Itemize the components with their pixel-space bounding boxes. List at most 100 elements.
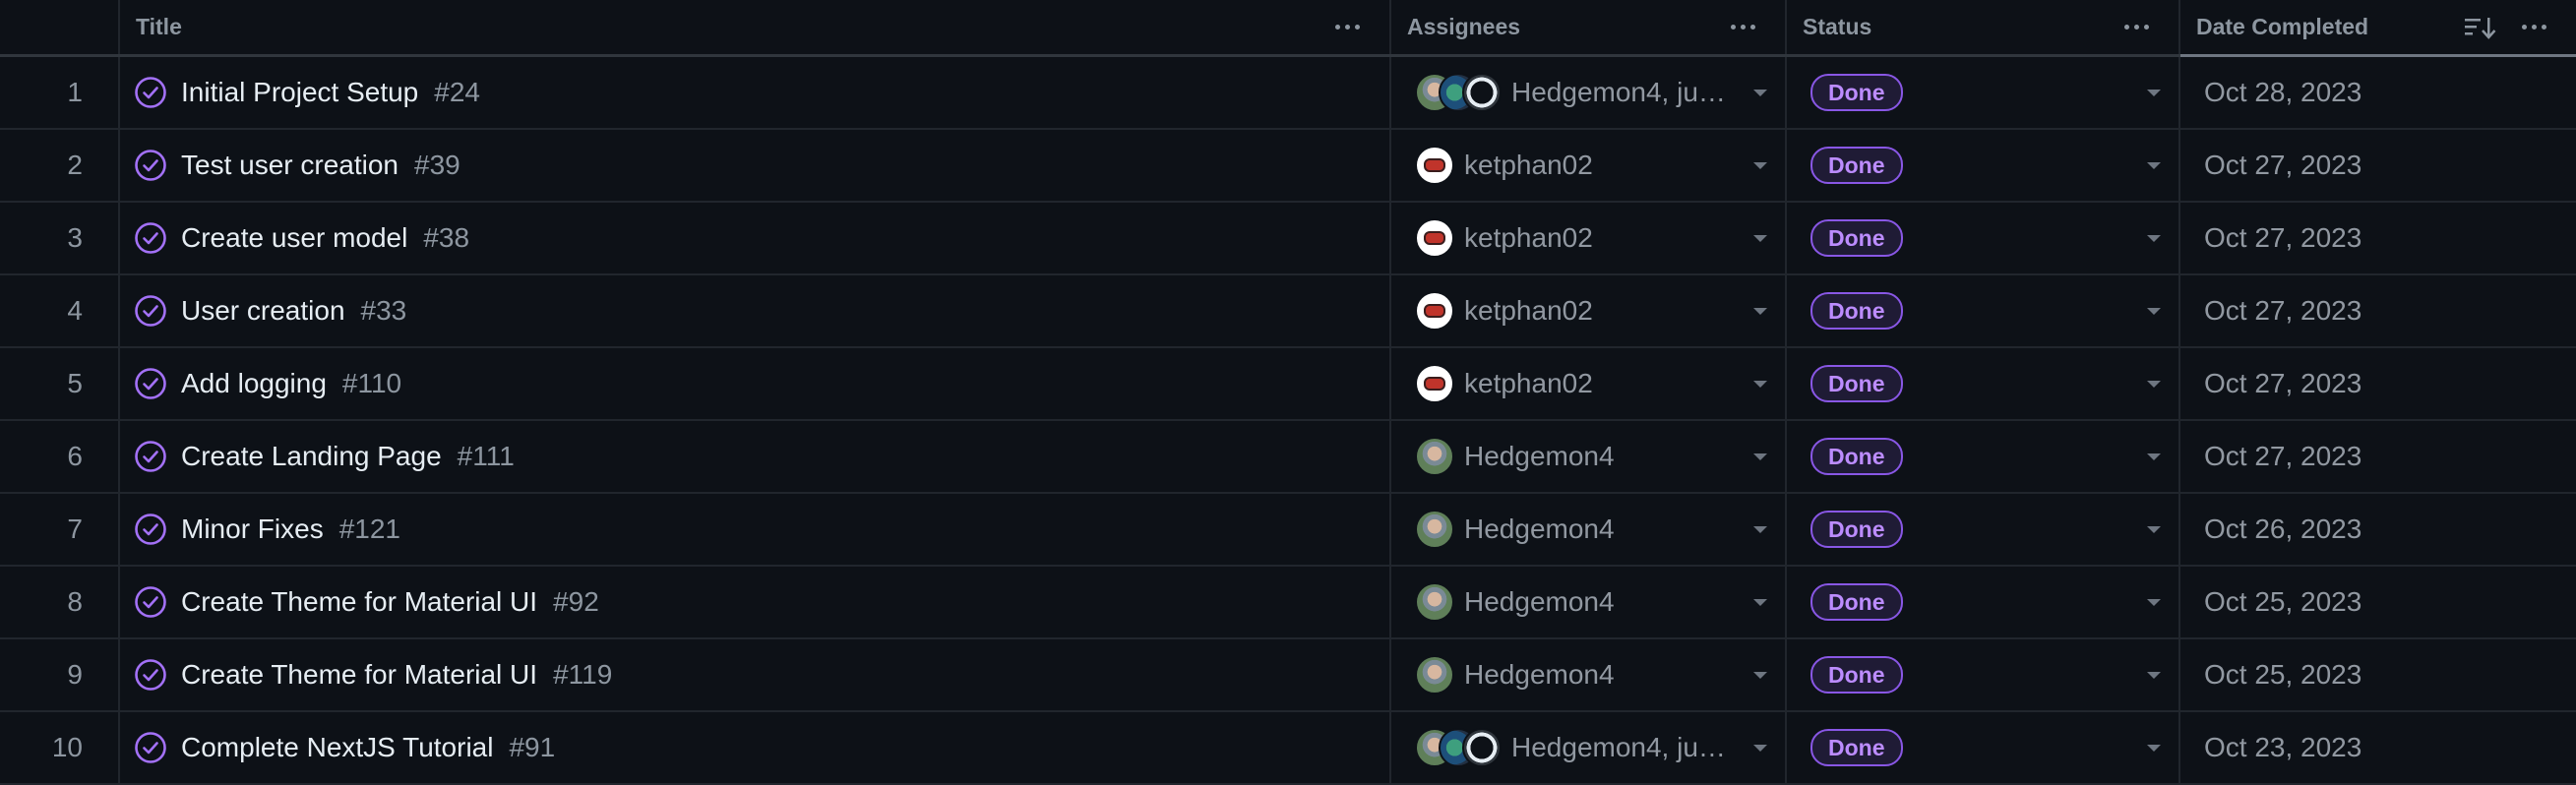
avatar — [1415, 582, 1454, 622]
table-row[interactable]: 6 Create Landing Page #111 Hedgemon4 Done Oct… — [0, 421, 2576, 494]
issue-closed-check-icon — [135, 368, 166, 399]
triangle-down-icon[interactable] — [1753, 453, 1767, 460]
status-cell[interactable]: Done — [1787, 567, 2180, 637]
status-cell[interactable]: Done — [1787, 712, 2180, 783]
table-row[interactable]: 10 Complete NextJS Tutorial #91 Hedgemon4, … — [0, 712, 2576, 785]
status-cell[interactable]: Done — [1787, 348, 2180, 419]
triangle-down-icon[interactable] — [1753, 745, 1767, 752]
assignee-names: ketphan02 — [1464, 222, 1593, 253]
date-completed-cell[interactable]: Oct 27, 2023 — [2180, 275, 2576, 346]
title-cell[interactable]: Complete NextJS Tutorial #91 — [120, 712, 1391, 783]
table-row[interactable]: 9 Create Theme for Material UI #119 Hedgemo… — [0, 639, 2576, 712]
avatar-stack — [1415, 510, 1454, 549]
table-row[interactable]: 5 Add logging #110 ketphan02 Done Oct 27, 202… — [0, 348, 2576, 421]
triangle-down-icon[interactable] — [1753, 526, 1767, 533]
triangle-down-icon[interactable] — [1753, 308, 1767, 315]
assignees-cell[interactable]: Hedgemon4, justi... — [1391, 712, 1787, 783]
table-row[interactable]: 2 Test user creation #39 ketphan02 Done Oct 2… — [0, 130, 2576, 203]
date-completed-cell[interactable]: Oct 26, 2023 — [2180, 494, 2576, 565]
table-row[interactable]: 7 Minor Fixes #121 Hedgemon4 Done Oct 26, 202… — [0, 494, 2576, 567]
assignees-cell[interactable]: Hedgemon4 — [1391, 494, 1787, 565]
issue-title-link[interactable]: Initial Project Setup — [181, 77, 418, 108]
issue-title-link[interactable]: Create Theme for Material UI — [181, 659, 537, 691]
table-row[interactable]: 1 Initial Project Setup #24 Hedgemon4, just… — [0, 57, 2576, 130]
triangle-down-icon[interactable] — [1753, 599, 1767, 606]
title-cell[interactable]: User creation #33 — [120, 275, 1391, 346]
date-completed-cell[interactable]: Oct 25, 2023 — [2180, 567, 2576, 637]
status-cell[interactable]: Done — [1787, 421, 2180, 492]
table-row[interactable]: 8 Create Theme for Material UI #92 Hedgemon… — [0, 567, 2576, 639]
date-completed-cell[interactable]: Oct 27, 2023 — [2180, 348, 2576, 419]
assignees-cell[interactable]: Hedgemon4, justi... — [1391, 57, 1787, 128]
issue-closed-check-icon — [135, 659, 166, 691]
assignees-cell[interactable]: ketphan02 — [1391, 275, 1787, 346]
assignees-cell[interactable]: Hedgemon4 — [1391, 639, 1787, 710]
triangle-down-icon[interactable] — [2147, 453, 2161, 460]
triangle-down-icon[interactable] — [2147, 381, 2161, 388]
status-cell[interactable]: Done — [1787, 275, 2180, 346]
date-completed-cell[interactable]: Oct 27, 2023 — [2180, 421, 2576, 492]
triangle-down-icon[interactable] — [1753, 672, 1767, 679]
date-completed-cell[interactable]: Oct 28, 2023 — [2180, 57, 2576, 128]
status-cell[interactable]: Done — [1787, 57, 2180, 128]
avatar — [1415, 146, 1454, 185]
issue-title-link[interactable]: Minor Fixes — [181, 513, 324, 545]
issue-number: #111 — [457, 441, 515, 471]
title-cell[interactable]: Create Theme for Material UI #119 — [120, 639, 1391, 710]
issue-title-link[interactable]: Test user creation — [181, 150, 399, 181]
assignees-cell[interactable]: ketphan02 — [1391, 130, 1787, 201]
issue-title-link[interactable]: User creation — [181, 295, 345, 327]
kebab-horizontal-icon[interactable] — [1329, 25, 1370, 30]
issue-title-link[interactable]: Complete NextJS Tutorial — [181, 732, 493, 763]
title-cell[interactable]: Create Theme for Material UI #92 — [120, 567, 1391, 637]
date-completed-cell[interactable]: Oct 23, 2023 — [2180, 712, 2576, 783]
triangle-down-icon[interactable] — [2147, 526, 2161, 533]
triangle-down-icon[interactable] — [2147, 235, 2161, 242]
column-header-title[interactable]: Title — [120, 0, 1391, 54]
title-cell[interactable]: Minor Fixes #121 — [120, 494, 1391, 565]
assignee-names: Hedgemon4 — [1464, 659, 1615, 690]
triangle-down-icon[interactable] — [1753, 235, 1767, 242]
status-cell[interactable]: Done — [1787, 203, 2180, 273]
status-cell[interactable]: Done — [1787, 639, 2180, 710]
triangle-down-icon[interactable] — [2147, 599, 2161, 606]
title-cell[interactable]: Create Landing Page #111 — [120, 421, 1391, 492]
title-cell[interactable]: Test user creation #39 — [120, 130, 1391, 201]
sort-descending-icon[interactable] — [2465, 16, 2498, 39]
column-header-status[interactable]: Status — [1787, 0, 2180, 54]
triangle-down-icon[interactable] — [2147, 672, 2161, 679]
triangle-down-icon[interactable] — [2147, 90, 2161, 96]
triangle-down-icon[interactable] — [2147, 308, 2161, 315]
date-completed-cell[interactable]: Oct 25, 2023 — [2180, 639, 2576, 710]
kebab-horizontal-icon[interactable] — [1725, 25, 1765, 30]
assignee-names: ketphan02 — [1464, 150, 1593, 180]
triangle-down-icon[interactable] — [1753, 90, 1767, 96]
column-header-date-completed[interactable]: Date Completed — [2180, 0, 2576, 57]
triangle-down-icon[interactable] — [1753, 162, 1767, 169]
kebab-horizontal-icon[interactable] — [2118, 25, 2159, 30]
column-header-assignees[interactable]: Assignees — [1391, 0, 1787, 54]
status-cell[interactable]: Done — [1787, 130, 2180, 201]
issue-title-link[interactable]: Create Theme for Material UI — [181, 586, 537, 618]
issue-title-link[interactable]: Create Landing Page — [181, 441, 442, 472]
title-cell[interactable]: Add logging #110 — [120, 348, 1391, 419]
assignees-cell[interactable]: Hedgemon4 — [1391, 421, 1787, 492]
status-cell[interactable]: Done — [1787, 494, 2180, 565]
assignees-cell[interactable]: ketphan02 — [1391, 203, 1787, 273]
assignees-cell[interactable]: ketphan02 — [1391, 348, 1787, 419]
table-row[interactable]: 4 User creation #33 ketphan02 Done Oct 27, 20… — [0, 275, 2576, 348]
avatar — [1415, 218, 1454, 258]
title-cell[interactable]: Create user model #38 — [120, 203, 1391, 273]
assignees-cell[interactable]: Hedgemon4 — [1391, 567, 1787, 637]
status-badge: Done — [1810, 438, 1903, 475]
table-row[interactable]: 3 Create user model #38 ketphan02 Done Oct 27… — [0, 203, 2576, 275]
title-cell[interactable]: Initial Project Setup #24 — [120, 57, 1391, 128]
issue-title-link[interactable]: Add logging — [181, 368, 327, 399]
date-completed-cell[interactable]: Oct 27, 2023 — [2180, 130, 2576, 201]
triangle-down-icon[interactable] — [2147, 745, 2161, 752]
issue-title-link[interactable]: Create user model — [181, 222, 407, 254]
triangle-down-icon[interactable] — [1753, 381, 1767, 388]
triangle-down-icon[interactable] — [2147, 162, 2161, 169]
date-completed-cell[interactable]: Oct 27, 2023 — [2180, 203, 2576, 273]
kebab-horizontal-icon[interactable] — [2516, 25, 2556, 30]
